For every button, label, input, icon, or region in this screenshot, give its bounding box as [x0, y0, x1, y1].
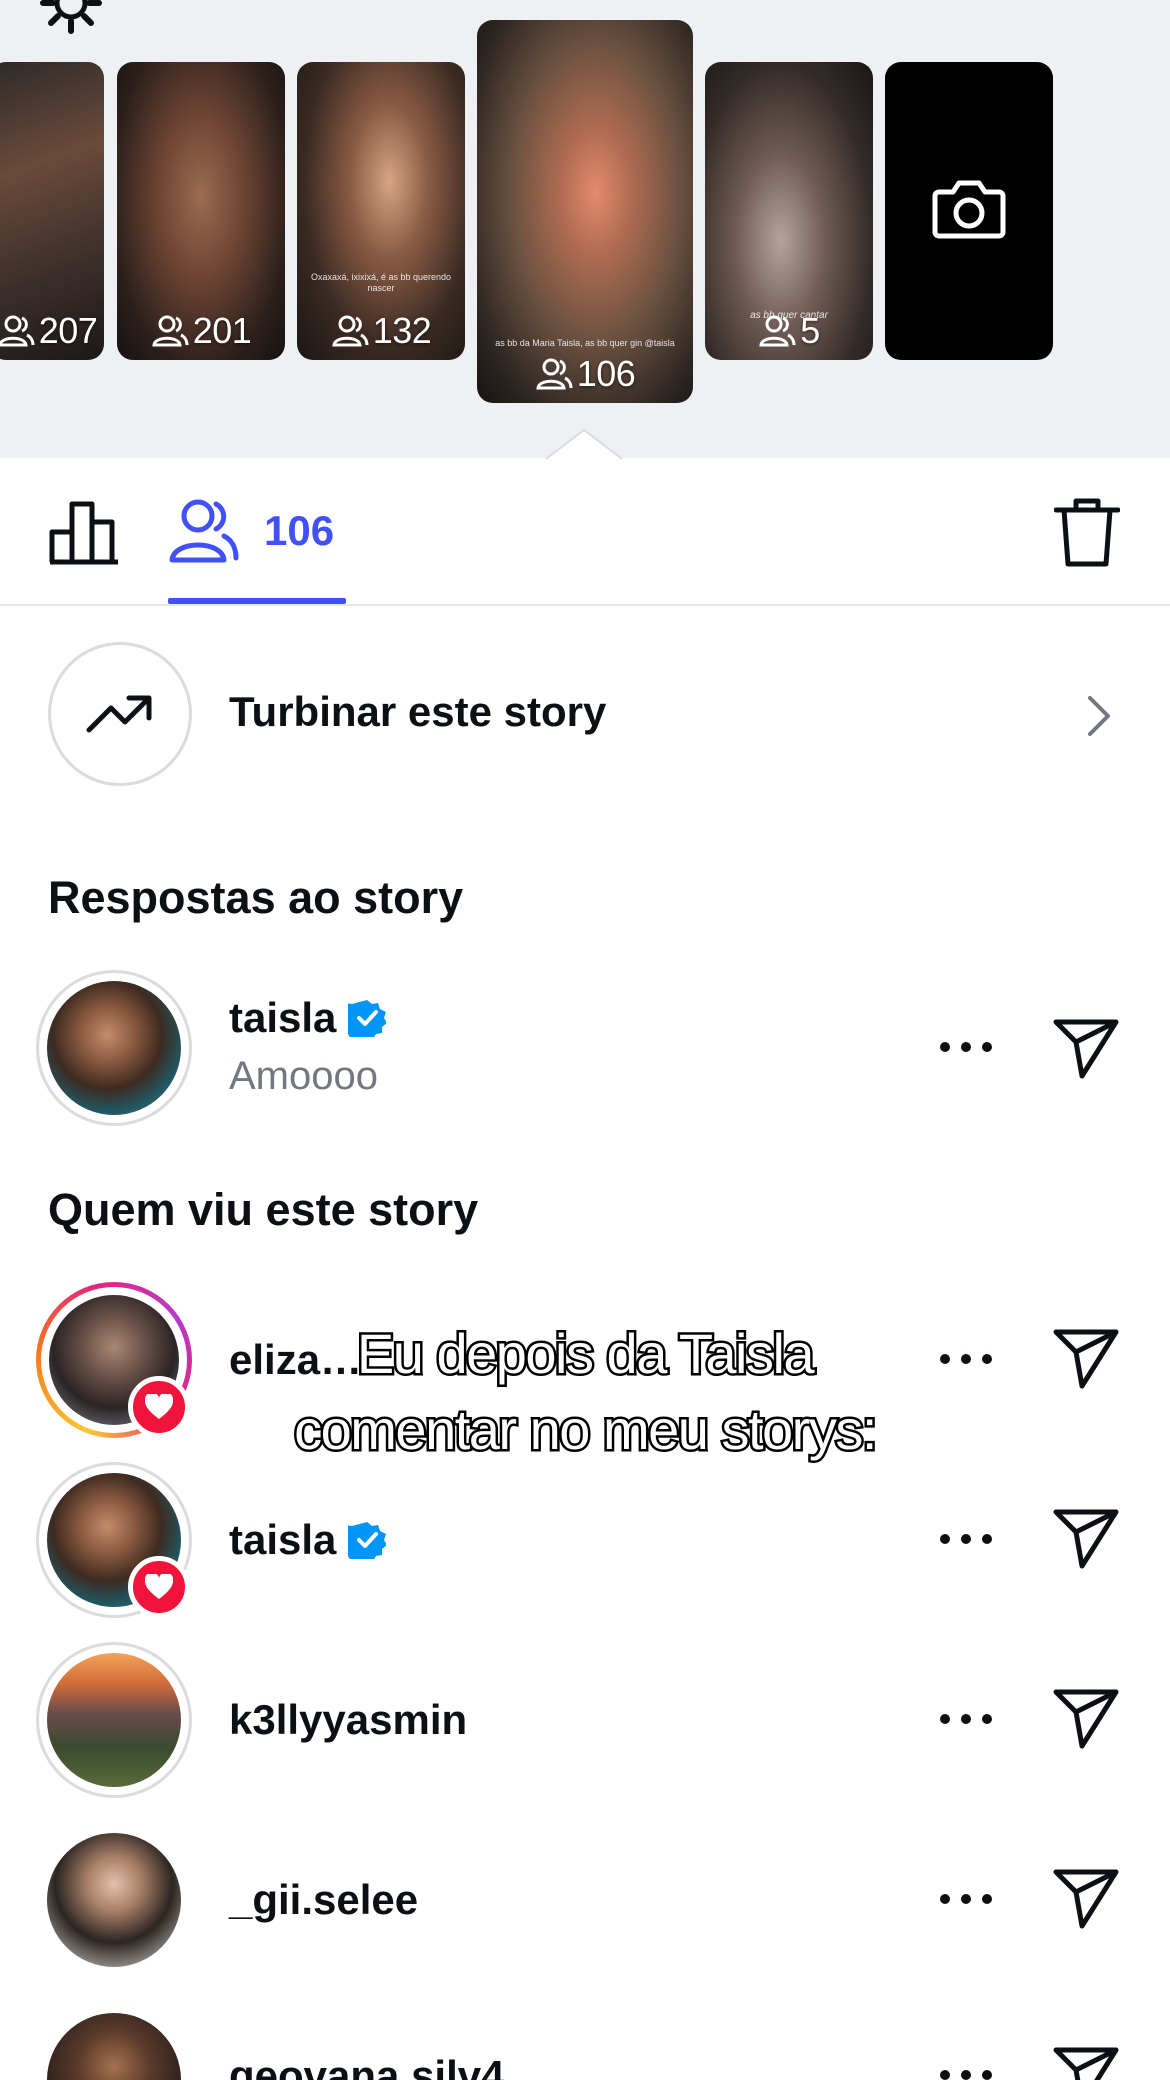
username[interactable]: _gii.selee [229, 1876, 418, 1924]
username[interactable]: k3llyyasmin [229, 1696, 467, 1744]
close-icon[interactable] [1064, 0, 1126, 20]
active-tab-indicator [168, 598, 346, 604]
avatar[interactable] [36, 1822, 192, 1978]
username[interactable]: geovana.silv4 [229, 2052, 504, 2080]
more-options-icon[interactable] [940, 2070, 992, 2080]
boost-label: Turbinar este story [229, 688, 607, 735]
camera-icon [932, 180, 1006, 239]
story-thumbnail[interactable]: 207 [0, 62, 104, 360]
send-message-icon[interactable] [1052, 1686, 1120, 1750]
send-message-icon[interactable] [1052, 1506, 1120, 1570]
trash-icon[interactable] [1054, 496, 1120, 568]
viewers-icon [536, 358, 573, 390]
send-message-icon[interactable] [1052, 2044, 1120, 2080]
reply-text: Amoooo [229, 1054, 378, 1098]
verified-badge-icon [348, 1522, 387, 1559]
replies-heading: Respostas ao story [48, 872, 464, 923]
viewer-count: 106 [264, 507, 335, 554]
username[interactable]: taisla [229, 1516, 387, 1564]
tab-insights-chart-icon[interactable] [48, 498, 120, 566]
viewers-icon [169, 499, 239, 563]
story-strip: 207 201 Oxaxaxá, ixixixá, é as bb queren… [0, 0, 1170, 460]
story-thumbnail-selected[interactable]: as bb da Maria Taisla, as bb quer gin @t… [477, 20, 693, 403]
viewers-icon [152, 315, 189, 347]
more-options-icon[interactable] [940, 1894, 992, 1908]
tab-viewers[interactable]: 106 [168, 496, 334, 566]
avatar[interactable] [36, 2002, 192, 2080]
more-options-icon[interactable] [940, 1042, 992, 1056]
settings-gear-icon[interactable] [38, 0, 104, 36]
story-viewer-count: 207 [0, 310, 104, 352]
more-options-icon[interactable] [940, 1714, 992, 1728]
send-message-icon[interactable] [1052, 1326, 1120, 1390]
story-viewer-count: 5 [705, 310, 873, 352]
overlay-line-2: comentar no meu storys: [292, 1396, 880, 1464]
story-viewer-count: 106 [477, 353, 693, 395]
verified-badge-icon [348, 1000, 387, 1037]
viewer-row[interactable]: geovana.silv4 [0, 2002, 1170, 2080]
heart-icon [145, 1394, 173, 1419]
boost-icon-circle [48, 642, 192, 786]
more-options-icon[interactable] [940, 1534, 992, 1548]
video-overlay-caption: Eu depois da Taisla comentar no meu stor… [180, 1316, 990, 1468]
overlay-line-1: Eu depois da Taisla [354, 1320, 817, 1388]
story-thumbnail[interactable]: Oxaxaxá, ixixixá, é as bb querendo nasce… [297, 62, 465, 360]
insights-tab-bar: 106 [0, 458, 1170, 606]
chevron-right-icon [1088, 696, 1110, 736]
viewer-row[interactable]: _gii.selee [0, 1822, 1170, 1982]
send-message-icon[interactable] [1052, 1016, 1120, 1080]
story-viewer-count: 201 [117, 310, 285, 352]
avatar[interactable] [36, 1642, 192, 1798]
viewers-icon [0, 315, 35, 347]
story-caption: Oxaxaxá, ixixixá, é as bb querendo nasce… [310, 272, 452, 293]
heart-icon [145, 1574, 173, 1599]
story-thumbnail[interactable]: 201 [117, 62, 285, 360]
viewers-heading: Quem viu este story [48, 1184, 479, 1235]
avatar[interactable] [36, 970, 192, 1126]
viewers-icon [759, 315, 796, 347]
selected-story-pointer [546, 428, 622, 460]
viewer-row[interactable]: k3llyyasmin [0, 1642, 1170, 1802]
trending-up-icon [86, 695, 152, 733]
send-message-icon[interactable] [1052, 1866, 1120, 1930]
add-story-button[interactable] [885, 62, 1053, 360]
story-caption: as bb da Maria Taisla, as bb quer gin @t… [495, 338, 675, 348]
story-thumbnail[interactable]: as bb quer cantar 5 [705, 62, 873, 360]
username[interactable]: taisla [229, 994, 387, 1042]
viewers-icon [332, 315, 369, 347]
viewer-row[interactable]: taisla [0, 1462, 1170, 1622]
story-viewer-count: 132 [297, 310, 465, 352]
liked-heart-badge [128, 1556, 190, 1618]
boost-story-row[interactable]: Turbinar este story [0, 636, 1170, 786]
reply-row[interactable]: taisla Amoooo [0, 970, 1170, 1130]
